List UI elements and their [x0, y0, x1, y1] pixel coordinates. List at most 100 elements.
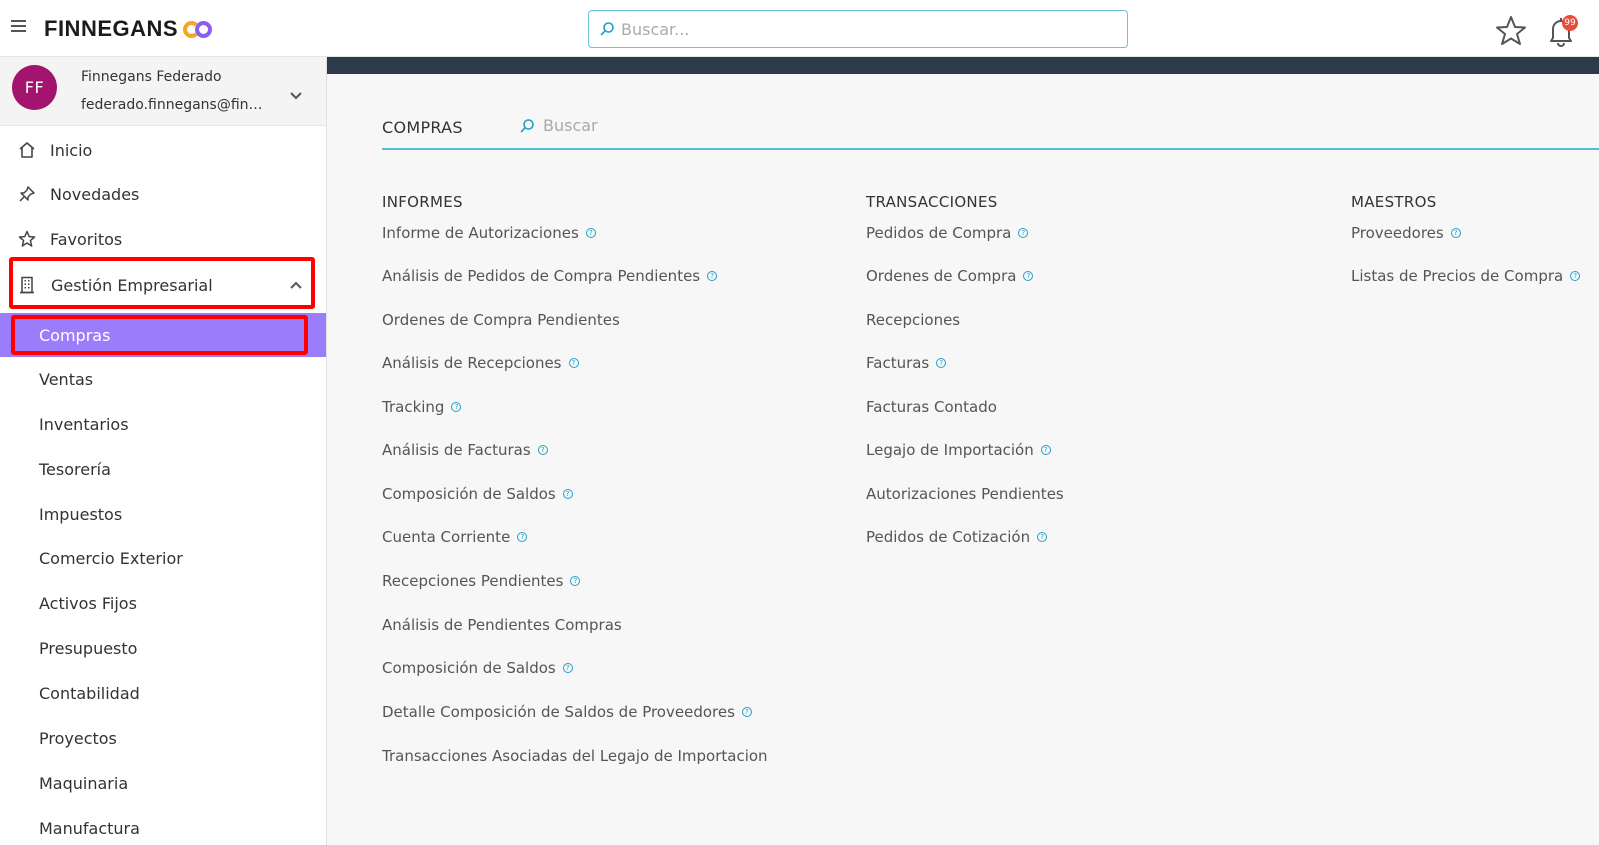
sidebar-item-gestion-empresarial[interactable]: Gestión Empresarial [0, 265, 326, 305]
link-label: Facturas [866, 354, 930, 372]
chevron-down-icon[interactable] [288, 87, 304, 103]
sidebar-subitem-label: Manufactura [39, 818, 140, 838]
link-composicion-saldos-2[interactable]: Composición de Saldos? [382, 659, 573, 677]
sidebar-item-label: Novedades [50, 184, 140, 204]
help-icon[interactable]: ? [562, 489, 573, 499]
column-title: MAESTROS [1351, 193, 1437, 211]
main-content: COMPRAS INFORMES Informe de Autorizacion… [327, 57, 1599, 845]
help-icon[interactable]: ? [537, 445, 548, 455]
sidebar-subitem-label: Inventarios [39, 414, 129, 434]
sidebar-item-novedades[interactable]: Novedades [0, 174, 326, 214]
sidebar-subitem-label: Tesorería [39, 459, 111, 479]
sidebar-item-label: Favoritos [50, 229, 123, 249]
global-search[interactable] [588, 10, 1128, 48]
link-informe-autorizaciones[interactable]: Informe de Autorizaciones? [382, 224, 596, 242]
link-cuenta-corriente[interactable]: Cuenta Corriente? [382, 528, 528, 546]
help-icon[interactable]: ? [585, 228, 596, 238]
help-icon[interactable]: ? [707, 271, 718, 281]
module-search-input[interactable] [543, 116, 843, 135]
sidebar-subitem-label: Impuestos [39, 504, 123, 524]
help-icon[interactable]: ? [570, 576, 581, 586]
logo[interactable]: FINNEGANS [44, 14, 213, 44]
global-search-input[interactable] [621, 19, 1101, 39]
notification-badge: 99 [1562, 15, 1578, 31]
link-listas-precios-compra[interactable]: Listas de Precios de Compra? [1351, 267, 1581, 285]
building-icon [20, 276, 34, 294]
link-label: Informe de Autorizaciones [382, 224, 579, 242]
help-icon[interactable]: ? [568, 358, 579, 368]
help-icon[interactable]: ? [1570, 271, 1581, 281]
sidebar-item-favoritos[interactable]: Favoritos [0, 219, 326, 259]
link-ordenes-compra[interactable]: Ordenes de Compra? [866, 267, 1034, 285]
link-label: Proveedores [1351, 224, 1444, 242]
top-header: FINNEGANS 99 [0, 0, 1599, 57]
link-tracking[interactable]: Tracking? [382, 398, 462, 416]
link-recepciones-pendientes[interactable]: Recepciones Pendientes? [382, 572, 581, 590]
sidebar-subitem-label: Maquinaria [39, 773, 129, 793]
link-label: Análisis de Pedidos de Compra Pendientes [382, 267, 701, 285]
sidebar-subitem-activos-fijos[interactable]: Activos Fijos [0, 581, 326, 625]
link-label: Recepciones Pendientes [382, 572, 564, 590]
link-label: Recepciones [866, 311, 961, 329]
sidebar-subitem-contabilidad[interactable]: Contabilidad [0, 671, 326, 715]
link-analisis-pedidos-pendientes[interactable]: Análisis de Pedidos de Compra Pendientes… [382, 267, 718, 285]
module-search[interactable] [519, 116, 843, 135]
sidebar-subitem-presupuesto[interactable]: Presupuesto [0, 626, 326, 670]
user-profile[interactable]: FF Finnegans Federado federado.finnegans… [0, 57, 326, 126]
help-icon[interactable]: ? [1037, 532, 1048, 542]
link-recepciones[interactable]: Recepciones [866, 311, 960, 329]
sidebar-item-label: Inicio [50, 140, 93, 160]
search-icon [600, 22, 614, 36]
link-composicion-saldos[interactable]: Composición de Saldos? [382, 485, 573, 503]
sidebar-subitem-maquinaria[interactable]: Maquinaria [0, 761, 326, 805]
help-icon[interactable]: ? [451, 402, 462, 412]
menu-icon[interactable] [11, 20, 26, 34]
chevron-up-icon[interactable] [288, 278, 304, 294]
help-icon[interactable]: ? [741, 707, 752, 717]
link-label: Tracking [382, 398, 445, 416]
link-label: Legajo de Importación [866, 441, 1034, 459]
module-title: COMPRAS [382, 118, 463, 137]
star-icon [18, 230, 36, 247]
sidebar-subitem-manufactura[interactable]: Manufactura [0, 806, 326, 845]
help-icon[interactable]: ? [517, 532, 528, 542]
link-proveedores[interactable]: Proveedores? [1351, 224, 1461, 242]
column-title: INFORMES [382, 193, 463, 211]
link-legajo-importacion[interactable]: Legajo de Importación? [866, 441, 1051, 459]
sidebar-subitem-tesoreria[interactable]: Tesorería [0, 447, 326, 491]
link-autorizaciones-pendientes[interactable]: Autorizaciones Pendientes [866, 485, 1064, 503]
link-facturas-contado[interactable]: Facturas Contado [866, 398, 997, 416]
link-transacciones-legajo[interactable]: Transacciones Asociadas del Legajo de Im… [382, 747, 768, 765]
link-facturas[interactable]: Facturas? [866, 354, 947, 372]
help-icon[interactable]: ? [1450, 228, 1461, 238]
link-analisis-pendientes-compras[interactable]: Análisis de Pendientes Compras [382, 616, 622, 634]
link-label: Análisis de Facturas [382, 441, 531, 459]
sidebar-subitem-proyectos[interactable]: Proyectos [0, 716, 326, 760]
link-ordenes-compra-pendientes[interactable]: Ordenes de Compra Pendientes [382, 311, 620, 329]
help-icon[interactable]: ? [1040, 445, 1051, 455]
help-icon[interactable]: ? [562, 663, 573, 673]
link-pedidos-compra[interactable]: Pedidos de Compra? [866, 224, 1029, 242]
sidebar-subitem-label: Contabilidad [39, 683, 140, 703]
sidebar-item-inicio[interactable]: Inicio [0, 130, 326, 170]
help-icon[interactable]: ? [1018, 228, 1029, 238]
favorites-star-icon[interactable] [1494, 14, 1528, 48]
sidebar-subitem-impuestos[interactable]: Impuestos [0, 492, 326, 536]
sidebar-subitem-label: Ventas [39, 369, 94, 389]
top-band [327, 57, 1599, 74]
link-analisis-recepciones[interactable]: Análisis de Recepciones? [382, 354, 579, 372]
sidebar-subitem-ventas[interactable]: Ventas [0, 357, 326, 401]
link-detalle-composicion-saldos[interactable]: Detalle Composición de Saldos de Proveed… [382, 703, 752, 721]
link-label: Análisis de Pendientes Compras [382, 616, 622, 634]
sidebar-subitem-comercio-exterior[interactable]: Comercio Exterior [0, 536, 326, 580]
sidebar-subitem-label: Compras [39, 325, 111, 345]
help-icon[interactable]: ? [1023, 271, 1034, 281]
sidebar-subitem-compras[interactable]: Compras [0, 313, 326, 357]
help-icon[interactable]: ? [936, 358, 947, 368]
link-analisis-facturas[interactable]: Análisis de Facturas? [382, 441, 548, 459]
link-label: Autorizaciones Pendientes [866, 485, 1064, 503]
link-label: Cuenta Corriente [382, 528, 511, 546]
column-title: TRANSACCIONES [866, 193, 998, 211]
link-pedidos-cotizacion[interactable]: Pedidos de Cotización? [866, 528, 1048, 546]
sidebar-subitem-inventarios[interactable]: Inventarios [0, 402, 326, 446]
